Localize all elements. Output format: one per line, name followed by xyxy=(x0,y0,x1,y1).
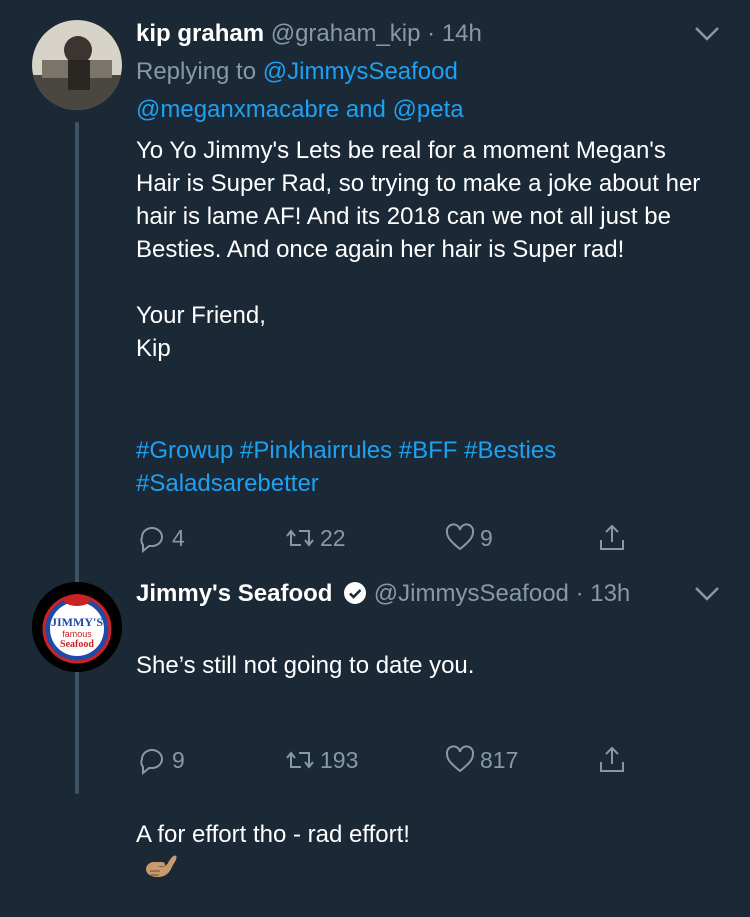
chevron-down-icon[interactable] xyxy=(694,26,720,47)
avatar[interactable]: JIMMY'S famous Seafood xyxy=(32,582,122,672)
reply-icon xyxy=(140,749,163,776)
replying-to-line2: @meganxmacabre and @peta xyxy=(136,96,464,124)
reply-and[interactable]: and xyxy=(346,96,386,123)
reply-button[interactable]: 9 xyxy=(136,744,185,776)
mention-jimmysseafood[interactable]: @JimmysSeafood xyxy=(263,58,458,85)
like-count: 817 xyxy=(480,746,519,773)
tweet-text: Yo Yo Jimmy's Lets be real for a moment … xyxy=(136,137,701,362)
chevron-down-icon[interactable] xyxy=(694,586,720,607)
retweet-count: 193 xyxy=(320,746,359,773)
svg-text:famous: famous xyxy=(62,629,92,639)
tweet-text-line2: A for effort tho - rad effort! xyxy=(136,821,410,848)
timestamp[interactable]: · 14h xyxy=(427,20,482,47)
handle[interactable]: @JimmysSeafood xyxy=(374,580,569,607)
call-me-hand-emoji xyxy=(146,855,177,877)
retweet-count: 22 xyxy=(320,524,346,551)
svg-text:JIMMY'S: JIMMY'S xyxy=(51,615,103,629)
reply-count: 9 xyxy=(172,746,185,773)
retweet-icon xyxy=(286,751,314,769)
retweet-icon xyxy=(286,529,314,547)
tweet-header: kip graham @graham_kip · 14h xyxy=(136,20,482,48)
reply-icon xyxy=(140,527,163,554)
display-name[interactable]: Jimmy's Seafood xyxy=(136,580,332,607)
tweet-actions: 4 22 9 xyxy=(136,522,636,556)
replying-label: Replying to xyxy=(136,58,257,85)
hashtags-line2[interactable]: #Saladsarebetter xyxy=(136,467,716,500)
replying-to: Replying to @JimmysSeafood xyxy=(136,58,458,86)
tweet-kip[interactable]: kip graham @graham_kip · 14h Replying to… xyxy=(0,0,750,794)
reply-count: 4 xyxy=(172,524,185,551)
tweet-header: Jimmy's Seafood @JimmysSeafood · 13h xyxy=(136,580,630,608)
display-name[interactable]: kip graham xyxy=(136,20,264,47)
share-button[interactable] xyxy=(596,744,628,776)
share-button[interactable] xyxy=(596,522,628,554)
svg-text:Seafood: Seafood xyxy=(60,639,94,650)
like-count: 9 xyxy=(480,524,493,551)
hashtags-line1[interactable]: #Growup #Pinkhairrules #BFF #Besties xyxy=(136,434,716,467)
tweet-jimmys[interactable]: JIMMY'S famous Seafood Jimmy's Seafood @… xyxy=(0,570,750,877)
avatar-photo xyxy=(32,20,122,110)
mention-peta[interactable]: @peta xyxy=(393,96,464,123)
tweet-text-line1: She’s still not going to date you. xyxy=(136,652,475,679)
retweet-button[interactable]: 22 xyxy=(284,522,346,554)
retweet-button[interactable]: 193 xyxy=(284,744,358,776)
avatar[interactable] xyxy=(32,20,122,110)
verified-badge-icon xyxy=(344,582,367,604)
tweet-text-line2-wrap: A for effort tho - rad effort! xyxy=(136,785,716,884)
timestamp[interactable]: · 13h xyxy=(576,580,631,607)
share-icon xyxy=(600,746,624,772)
share-icon xyxy=(600,524,624,550)
reply-button[interactable]: 4 xyxy=(136,522,185,554)
like-button[interactable]: 817 xyxy=(444,744,518,776)
tweet-actions: 9 193 817 xyxy=(136,744,636,778)
mention-meganxmacabre[interactable]: @meganxmacabre xyxy=(136,96,339,123)
like-icon xyxy=(445,745,475,773)
like-icon xyxy=(445,523,475,551)
handle[interactable]: @graham_kip xyxy=(271,20,421,47)
jimmys-logo: JIMMY'S famous Seafood xyxy=(32,582,122,672)
like-button[interactable]: 9 xyxy=(444,522,493,554)
hashtags: #Growup #Pinkhairrules #BFF #Besties #Sa… xyxy=(136,434,716,500)
